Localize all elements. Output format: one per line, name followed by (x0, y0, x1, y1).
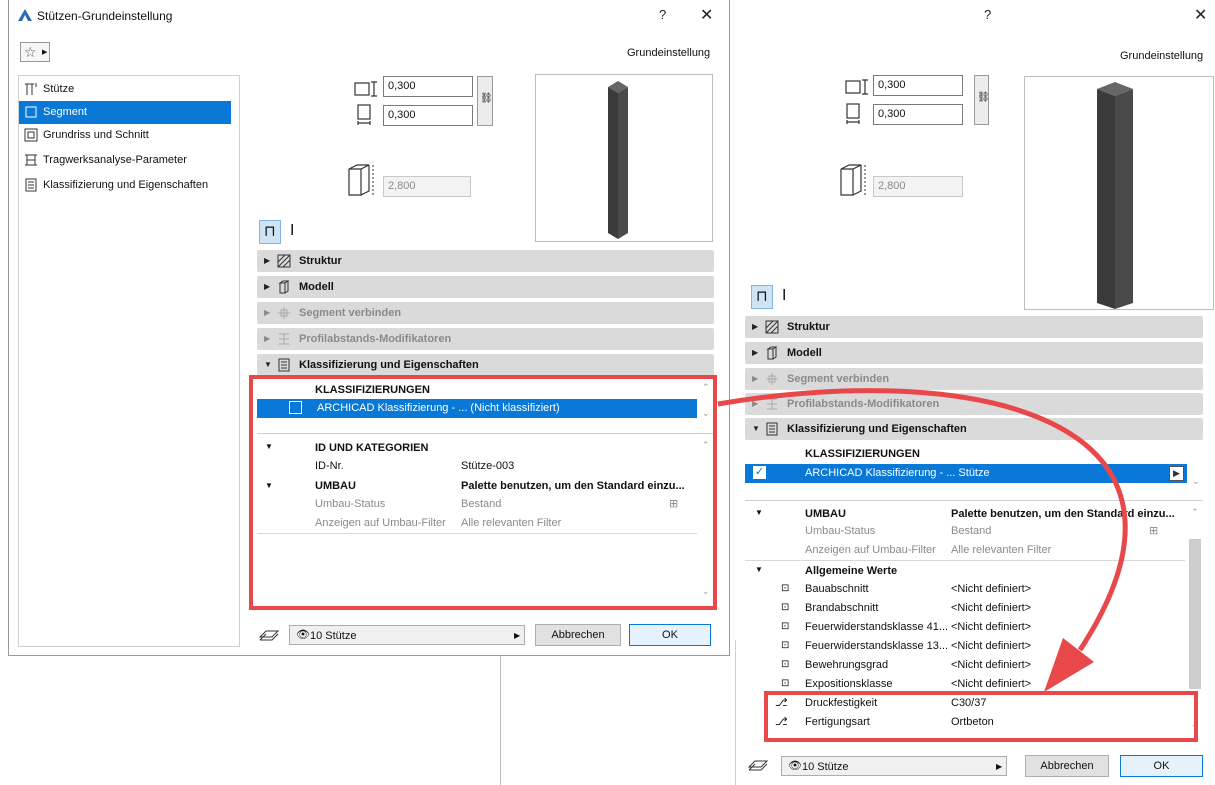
annotation-arrow (717, 388, 1128, 692)
